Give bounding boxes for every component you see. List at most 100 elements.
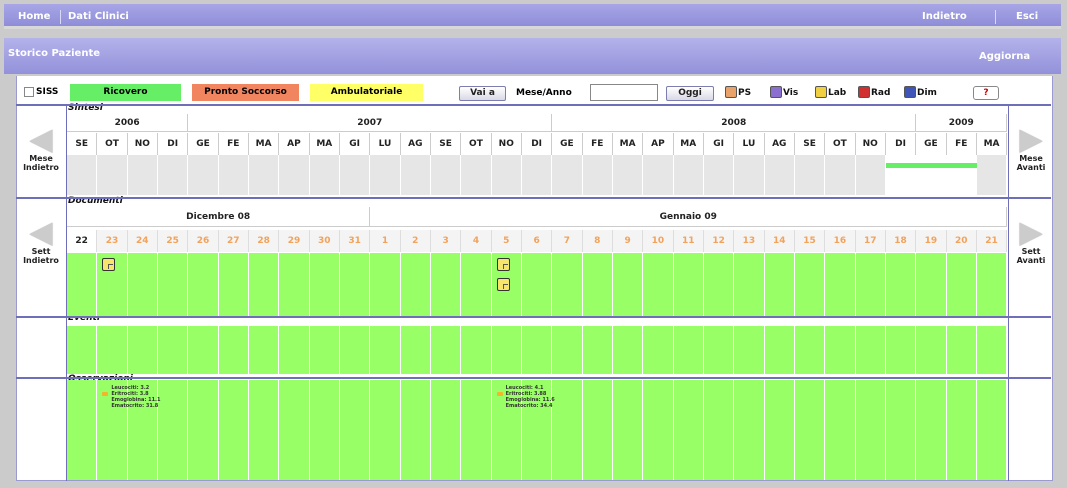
nav-esci-link[interactable]: Esci (1016, 11, 1038, 22)
day-header[interactable]: 29 (279, 230, 310, 252)
osservazioni-day-cell[interactable] (279, 380, 310, 480)
day-header[interactable]: 6 (521, 230, 553, 252)
documenti-day-cell[interactable] (400, 253, 431, 316)
documenti-day-cell[interactable] (794, 253, 826, 316)
eventi-day-cell[interactable] (521, 326, 553, 374)
month-cell[interactable] (552, 155, 583, 195)
day-header[interactable]: 5 (491, 230, 522, 252)
eventi-day-cell[interactable] (673, 326, 704, 374)
osservazioni-day-cell[interactable] (825, 380, 856, 480)
day-header[interactable]: 16 (825, 230, 856, 252)
osservazioni-day-cell[interactable] (916, 380, 947, 480)
day-header[interactable]: 27 (218, 230, 249, 252)
documenti-day-cell[interactable] (67, 253, 98, 316)
day-header[interactable]: 13 (734, 230, 765, 252)
month-cell[interactable] (734, 155, 765, 195)
eventi-day-cell[interactable] (734, 326, 765, 374)
sett-indietro-button[interactable]: ◀ Sett Indietro (18, 218, 64, 266)
day-header[interactable]: 14 (764, 230, 795, 252)
osservazioni-day-cell[interactable] (309, 380, 340, 480)
month-cell[interactable] (157, 155, 189, 195)
documenti-day-cell[interactable] (248, 253, 280, 316)
observation-marker-icon[interactable] (496, 392, 503, 396)
oggi-button[interactable]: Oggi (666, 86, 714, 101)
mese-indietro-button[interactable]: ◀ Mese Indietro (18, 125, 64, 173)
documenti-day-cell[interactable] (339, 253, 371, 316)
month-cell[interactable] (309, 155, 340, 195)
eventi-day-cell[interactable] (612, 326, 644, 374)
eventi-day-cell[interactable] (309, 326, 340, 374)
month-cell[interactable] (218, 155, 249, 195)
month-cell[interactable] (279, 155, 310, 195)
day-header[interactable]: 4 (461, 230, 492, 252)
osservazioni-day-cell[interactable] (461, 380, 492, 480)
day-header[interactable]: 18 (885, 230, 917, 252)
month-cell[interactable] (916, 155, 947, 195)
documenti-day-cell[interactable] (734, 253, 765, 316)
eventi-day-cell[interactable] (279, 326, 310, 374)
osservazioni-day-cell[interactable] (612, 380, 644, 480)
eventi-day-cell[interactable] (430, 326, 462, 374)
observation-marker-icon[interactable] (102, 392, 109, 396)
month-cell[interactable] (582, 155, 613, 195)
eventi-day-cell[interactable] (491, 326, 522, 374)
documenti-day-cell[interactable] (703, 253, 735, 316)
month-cell[interactable] (946, 155, 977, 195)
day-header[interactable]: 31 (339, 230, 371, 252)
month-cell[interactable] (430, 155, 462, 195)
osservazioni-day-cell[interactable] (400, 380, 431, 480)
eventi-day-cell[interactable] (946, 326, 977, 374)
month-cell[interactable] (400, 155, 431, 195)
eventi-day-cell[interactable] (188, 326, 219, 374)
ricovero-bar[interactable] (885, 163, 977, 168)
documenti-day-cell[interactable] (430, 253, 462, 316)
day-header[interactable]: 20 (946, 230, 977, 252)
day-header[interactable]: 30 (309, 230, 340, 252)
siss-checkbox[interactable] (24, 87, 34, 97)
eventi-day-cell[interactable] (885, 326, 917, 374)
documenti-day-cell[interactable] (764, 253, 795, 316)
eventi-day-cell[interactable] (461, 326, 492, 374)
eventi-day-cell[interactable] (582, 326, 613, 374)
documenti-day-cell[interactable] (855, 253, 886, 316)
documenti-day-cell[interactable] (612, 253, 644, 316)
osservazioni-day-cell[interactable] (673, 380, 704, 480)
eventi-day-cell[interactable] (976, 326, 1008, 374)
documenti-day-cell[interactable] (825, 253, 856, 316)
osservazioni-day-cell[interactable] (188, 380, 219, 480)
aggiorna-link[interactable]: Aggiorna (979, 51, 1030, 62)
day-header[interactable]: 15 (794, 230, 826, 252)
documenti-day-cell[interactable] (946, 253, 977, 316)
osservazioni-day-cell[interactable] (248, 380, 280, 480)
eventi-day-cell[interactable] (825, 326, 856, 374)
eventi-day-cell[interactable] (855, 326, 886, 374)
document-note-icon[interactable] (496, 278, 510, 291)
month-cell[interactable] (491, 155, 522, 195)
documenti-day-cell[interactable] (157, 253, 189, 316)
mese-avanti-button[interactable]: ▶ Mese Avanti (1008, 125, 1054, 173)
eventi-day-cell[interactable] (643, 326, 674, 374)
documenti-day-cell[interactable] (309, 253, 340, 316)
nav-home-link[interactable]: Home (18, 11, 50, 22)
day-header[interactable]: 7 (552, 230, 583, 252)
day-header[interactable]: 21 (976, 230, 1008, 252)
osservazioni-day-cell[interactable] (976, 380, 1008, 480)
month-cell[interactable] (127, 155, 158, 195)
vai-a-button[interactable]: Vai a (459, 86, 506, 101)
month-cell[interactable] (885, 155, 917, 195)
documenti-day-cell[interactable] (461, 253, 492, 316)
documenti-day-cell[interactable] (127, 253, 158, 316)
eventi-day-cell[interactable] (552, 326, 583, 374)
osservazioni-day-cell[interactable] (157, 380, 189, 480)
day-header[interactable]: 28 (248, 230, 280, 252)
day-header[interactable]: 1 (370, 230, 401, 252)
month-cell[interactable] (248, 155, 280, 195)
documenti-day-cell[interactable] (279, 253, 310, 316)
month-cell[interactable] (188, 155, 219, 195)
day-header[interactable]: 22 (67, 230, 98, 252)
month-cell[interactable] (855, 155, 886, 195)
eventi-day-cell[interactable] (400, 326, 431, 374)
osservazioni-day-cell[interactable] (370, 380, 401, 480)
eventi-day-cell[interactable] (339, 326, 371, 374)
day-header[interactable]: 10 (643, 230, 674, 252)
